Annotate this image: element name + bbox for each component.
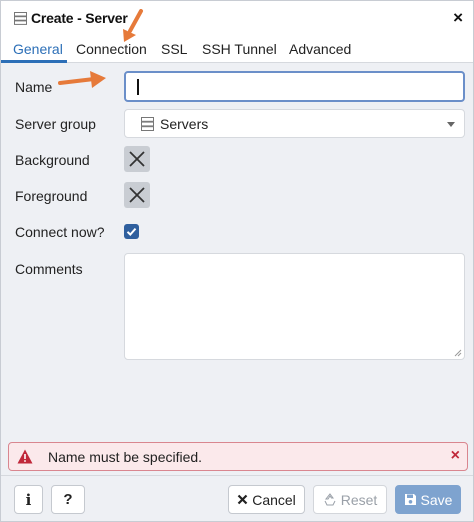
annotation-arrow-icon (58, 71, 106, 88)
recycle-icon (324, 493, 336, 506)
text-cursor (137, 79, 139, 95)
close-icon[interactable]: × (453, 8, 463, 28)
dialog-footer: i ? Cancel Reset Save (1, 475, 473, 521)
server-icon (14, 12, 27, 25)
warning-triangle-icon (17, 449, 33, 464)
tab-ssl[interactable]: SSL (161, 41, 187, 57)
comments-label: Comments (15, 261, 83, 277)
close-icon[interactable]: × (451, 447, 460, 465)
active-tab-indicator (1, 60, 67, 63)
name-label: Name (15, 79, 53, 95)
error-message-box: Name must be specified. × (8, 442, 468, 471)
server-group-value: Servers (160, 116, 209, 132)
server-group-icon (141, 117, 154, 131)
reset-button[interactable]: Reset (313, 485, 387, 514)
info-button[interactable]: i (14, 485, 43, 514)
dialog-titlebar: Create - Server × (1, 1, 473, 35)
server-group-label: Server group (15, 116, 96, 132)
clear-x-icon (129, 151, 145, 167)
connect-now-label: Connect now? (15, 224, 105, 240)
reset-label: Reset (340, 491, 378, 508)
foreground-label: Foreground (15, 188, 88, 204)
help-button[interactable]: ? (51, 485, 85, 514)
foreground-color-picker[interactable] (124, 182, 150, 208)
tab-advanced[interactable]: Advanced (289, 41, 351, 57)
background-label: Background (15, 152, 90, 168)
chevron-down-icon (447, 122, 455, 127)
annotation-arrow-icon (123, 9, 143, 42)
floppy-disk-icon (404, 494, 416, 505)
resize-grip-icon[interactable] (454, 349, 462, 357)
connect-now-checkbox[interactable] (124, 224, 139, 239)
clear-x-icon (129, 187, 145, 203)
save-button[interactable]: Save (395, 485, 461, 514)
x-icon (237, 494, 248, 505)
background-color-picker[interactable] (124, 146, 150, 172)
tab-connection[interactable]: Connection (76, 41, 147, 57)
tab-ssh-tunnel[interactable]: SSH Tunnel (202, 41, 277, 57)
tab-bar: General Connection SSL SSH Tunnel Advanc… (1, 35, 473, 63)
name-input[interactable] (124, 71, 465, 102)
server-group-select[interactable]: Servers (124, 109, 465, 138)
error-message-text: Name must be specified. (48, 449, 203, 465)
tab-general[interactable]: General (13, 41, 63, 57)
save-label: Save (420, 491, 453, 508)
cancel-label: Cancel (252, 491, 296, 508)
dialog-title: Create - Server (31, 10, 128, 26)
comments-textarea[interactable] (124, 253, 465, 360)
cancel-button[interactable]: Cancel (228, 485, 305, 514)
checkmark-icon (126, 227, 137, 236)
